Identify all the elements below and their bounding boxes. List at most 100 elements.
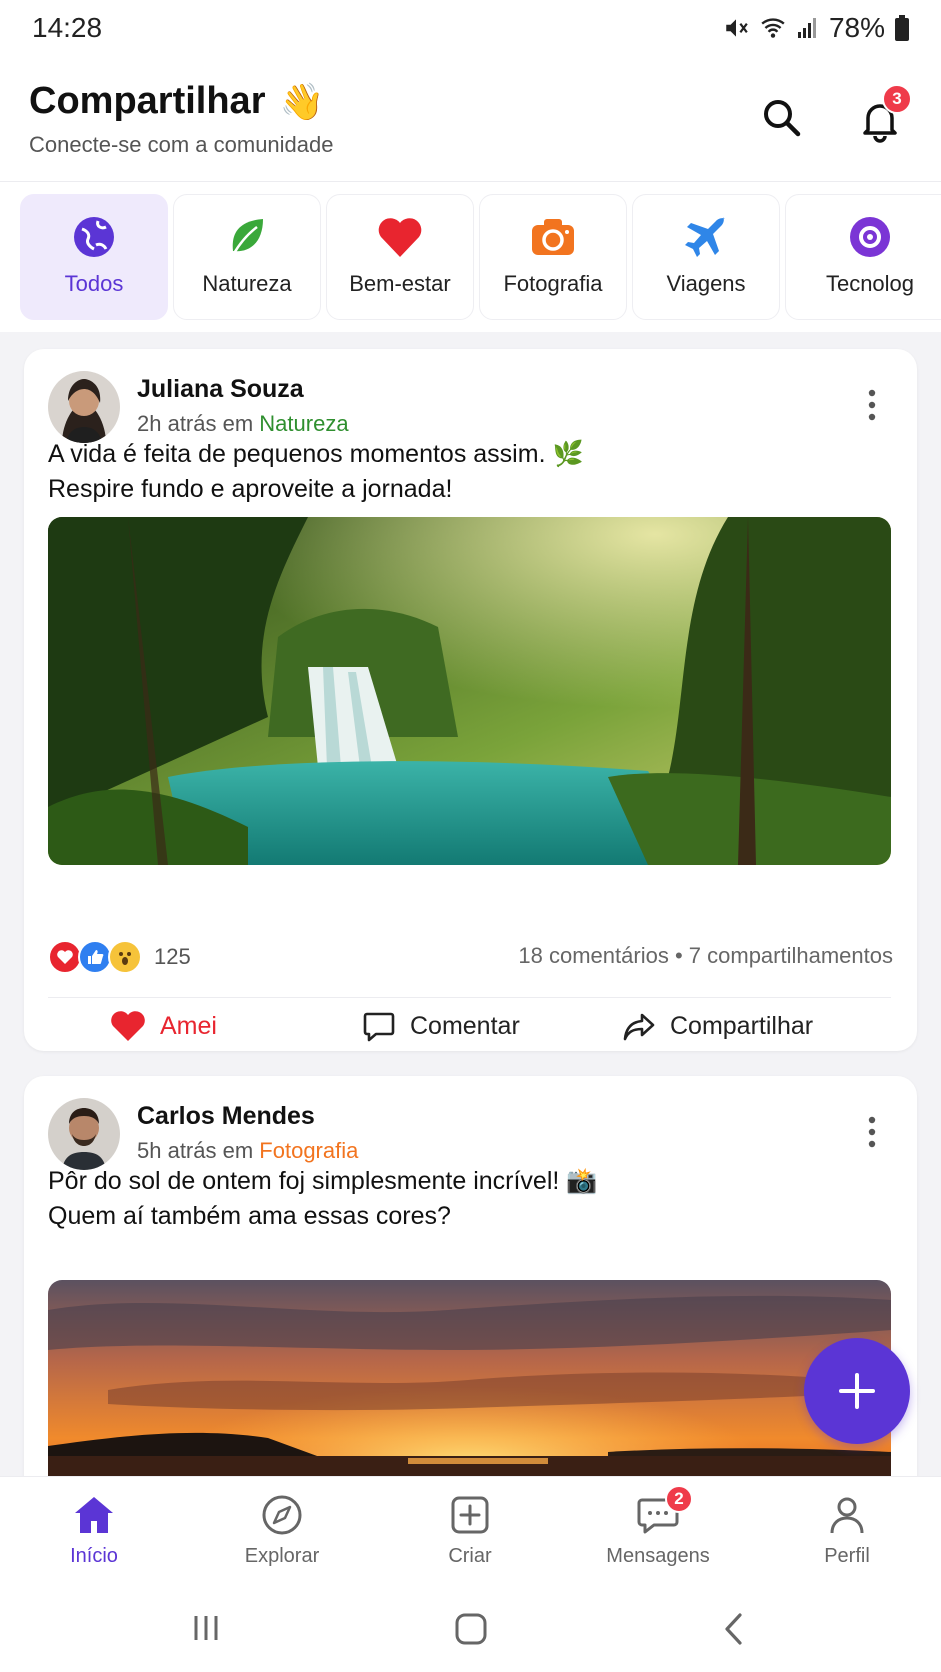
recent-apps-icon[interactable] <box>190 1612 222 1644</box>
avatar[interactable] <box>48 1098 120 1170</box>
post-text-line: Pôr do sol de ontem foj simplesmente inc… <box>48 1167 598 1195</box>
shares-count[interactable]: 7 compartilhamentos <box>689 943 893 968</box>
category-tecnologia[interactable]: Tecnolog <box>785 194 941 320</box>
more-vertical-icon <box>868 389 876 421</box>
avatar[interactable] <box>48 371 120 443</box>
category-bem-estar[interactable]: Bem-estar <box>326 194 474 320</box>
page-title: Compartilhar 👋 <box>29 80 324 123</box>
post-category-link[interactable]: Fotografia <box>259 1138 358 1163</box>
comment-icon <box>363 1012 395 1042</box>
airplane-icon <box>685 217 725 257</box>
category-viagens[interactable]: Viagens <box>632 194 780 320</box>
home-system-icon[interactable] <box>454 1612 488 1646</box>
author-avatar-image <box>48 371 120 443</box>
system-navigation-bar <box>0 1586 941 1672</box>
reaction-count: 125 <box>154 944 191 969</box>
nav-label: Criar <box>448 1545 492 1567</box>
heart-filled-icon <box>111 1011 145 1041</box>
comment-button[interactable]: Comentar <box>362 1001 520 1051</box>
share-label: Compartilhar <box>670 1011 814 1040</box>
post-card: Carlos Mendes 5h atrás em Fotografia Pôr… <box>24 1076 917 1506</box>
search-icon <box>764 100 801 137</box>
divider <box>48 997 891 998</box>
nav-label: Início <box>70 1545 118 1567</box>
page-subtitle: Conecte-se com a comunidade <box>29 132 334 157</box>
create-post-fab[interactable] <box>804 1338 910 1444</box>
love-reaction-icon <box>48 940 82 974</box>
heart-icon <box>378 218 422 257</box>
plus-icon <box>839 1373 875 1409</box>
category-todos[interactable]: Todos <box>20 194 168 320</box>
category-label: Viagens <box>666 271 746 296</box>
like-reaction-icon <box>78 940 112 974</box>
home-icon <box>75 1497 113 1533</box>
reactions-summary[interactable]: 125 <box>48 937 191 977</box>
post-image[interactable] <box>48 517 891 865</box>
category-label: Bem-estar <box>349 271 451 296</box>
more-vertical-icon <box>868 1116 876 1148</box>
category-label: Natureza <box>202 271 292 296</box>
post-options-button[interactable] <box>867 385 877 425</box>
stats-separator: • <box>674 943 689 968</box>
post-image[interactable] <box>48 1280 891 1506</box>
camera-icon <box>532 219 574 255</box>
back-icon[interactable] <box>722 1612 746 1646</box>
post-text-line: Respire fundo e aproveite a jornada! <box>48 475 453 503</box>
waterfall-photo <box>48 517 891 865</box>
post-options-button[interactable] <box>867 1112 877 1152</box>
author-name[interactable]: Juliana Souza <box>137 375 304 404</box>
like-button[interactable]: Amei <box>110 1001 217 1051</box>
status-icons: 78% <box>723 12 909 44</box>
search-button[interactable] <box>758 94 806 142</box>
post-text: A vida é feita de pequenos momentos assi… <box>48 437 868 507</box>
comments-count[interactable]: 18 comentários <box>518 943 668 968</box>
plus-square-icon <box>451 1496 489 1534</box>
post-stats: 18 comentários • 7 compartilhamentos <box>518 943 893 969</box>
nav-item-perfil[interactable]: Perfil <box>777 1493 917 1568</box>
app-header: Compartilhar 👋 Conecte-se com a comunida… <box>0 56 941 182</box>
post-category-link[interactable]: Natureza <box>259 411 348 436</box>
battery-icon <box>895 15 909 41</box>
nav-label: Perfil <box>824 1545 870 1567</box>
nav-label: Explorar <box>244 1545 320 1567</box>
nav-item-explorar[interactable]: Explorar <box>212 1493 352 1568</box>
post-text: Pôr do sol de ontem foj simplesmente inc… <box>48 1164 868 1234</box>
category-fotografia[interactable]: Fotografia <box>479 194 627 320</box>
category-filter-bar: Todos Natureza Bem-estar Fotografia Viag… <box>0 182 941 332</box>
post-text-line: Quem aí também ama essas cores? <box>48 1202 451 1230</box>
signal-icon <box>797 18 816 38</box>
messages-badge: 2 <box>665 1485 693 1513</box>
comment-label: Comentar <box>410 1011 520 1040</box>
author-name[interactable]: Carlos Mendes <box>137 1102 315 1131</box>
nav-item-mensagens[interactable]: 2 Mensagens <box>588 1485 728 1568</box>
category-label: Tecnolog <box>825 271 915 296</box>
status-bar: 14:28 78% <box>0 0 941 56</box>
person-icon <box>830 1497 864 1534</box>
post-meta: 2h atrás em Natureza <box>137 411 349 437</box>
share-button[interactable]: Compartilhar <box>622 1001 813 1051</box>
like-label: Amei <box>160 1011 217 1040</box>
category-natureza[interactable]: Natureza <box>173 194 321 320</box>
author-avatar-image <box>48 1098 120 1170</box>
wow-reaction-icon <box>108 940 142 974</box>
nav-item-criar[interactable]: Criar <box>400 1493 540 1568</box>
share-icon <box>623 1013 655 1041</box>
notification-badge: 3 <box>882 84 912 114</box>
category-label: Todos <box>64 271 124 296</box>
tech-icon <box>850 217 890 257</box>
category-label: Fotografia <box>503 271 603 296</box>
compass-icon <box>262 1495 302 1535</box>
post-card: Juliana Souza 2h atrás em Natureza A vid… <box>24 349 917 1051</box>
leaf-icon <box>231 219 263 256</box>
app-screen: 14:28 78% Compartilhar 👋 Conecte-se com … <box>0 0 941 1672</box>
mute-icon <box>726 19 748 37</box>
nav-label: Mensagens <box>606 1545 710 1567</box>
notifications-button[interactable]: 3 <box>856 84 912 146</box>
nav-item-inicio[interactable]: Início <box>24 1493 164 1568</box>
post-meta: 5h atrás em Fotografia <box>137 1138 358 1164</box>
post-time: 5h atrás em <box>137 1138 254 1163</box>
globe-icon <box>74 217 114 257</box>
bottom-navigation: Início Explorar Criar 2 Mensagens Perfil <box>0 1476 941 1586</box>
page-title-text: Compartilhar <box>29 80 266 122</box>
post-text-line: A vida é feita de pequenos momentos assi… <box>48 440 584 468</box>
